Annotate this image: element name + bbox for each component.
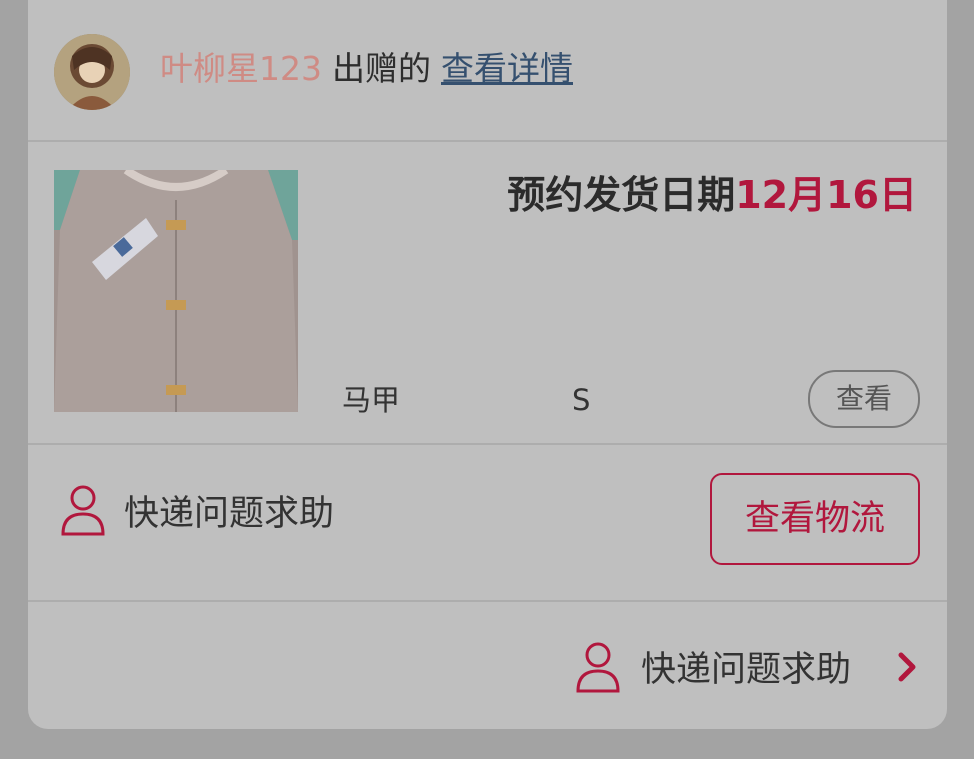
ship-date: 预约发货日期12月16日: [507, 170, 917, 220]
divider: [28, 600, 947, 602]
person-icon: [61, 485, 105, 536]
view-details-link[interactable]: 查看详情: [441, 49, 573, 88]
product-name: 马甲: [342, 383, 401, 417]
view-logistics-button[interactable]: 查看物流: [710, 473, 920, 565]
divider: [28, 140, 947, 142]
divider: [28, 443, 947, 445]
gift-order-card: 叶柳星123 出赠的 查看详情 预约发货日期12月16日 马甲 S 查看 快递问题求…: [28, 0, 947, 729]
giver-name[interactable]: 叶柳星123: [160, 49, 322, 88]
ship-date-label: 预约发货日期: [507, 173, 736, 217]
view-button[interactable]: 查看: [808, 370, 920, 428]
gift-action-text: 出赠的: [332, 49, 431, 88]
product-size: S: [572, 383, 591, 417]
header-text: 叶柳星123 出赠的 查看详情: [160, 46, 573, 92]
courier-help-link[interactable]: 快递问题求助: [124, 490, 334, 538]
person-icon: [576, 642, 620, 693]
chevron-right-icon[interactable]: [896, 650, 918, 684]
footer-courier-help-link[interactable]: 快递问题求助: [641, 646, 851, 694]
ship-date-value: 12月16日: [735, 173, 917, 217]
avatar[interactable]: [54, 34, 130, 110]
product-image[interactable]: [54, 170, 298, 412]
